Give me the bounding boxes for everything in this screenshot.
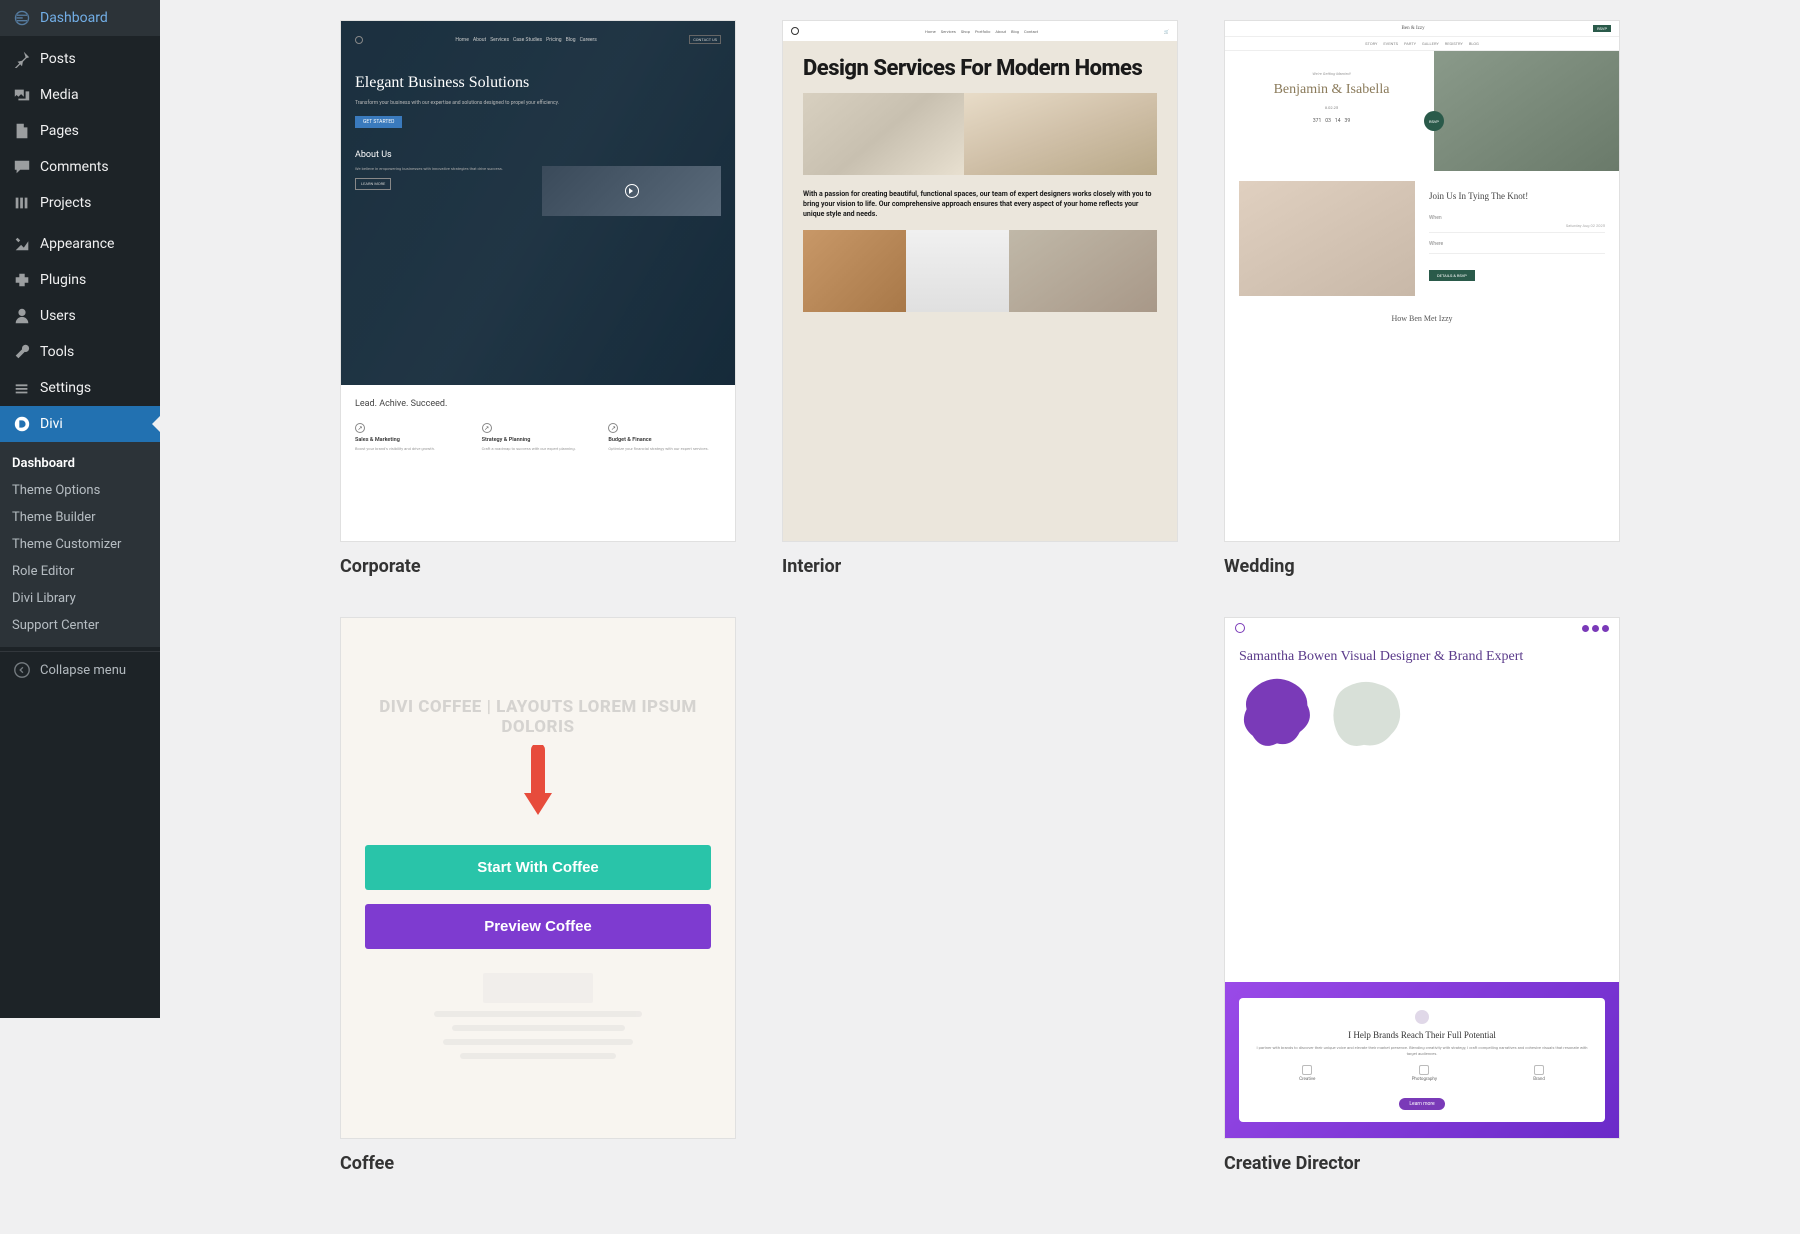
sidebar-item-comments[interactable]: Comments xyxy=(0,149,160,185)
sidebar-item-divi[interactable]: Divi xyxy=(0,406,160,442)
template-card-coffee[interactable]: DIVI COFFEE | LAYOUTS LOREM IPSUM DOLORI… xyxy=(340,617,736,1174)
submenu-theme-options[interactable]: Theme Options xyxy=(0,477,160,504)
submenu-theme-customizer[interactable]: Theme Customizer xyxy=(0,531,160,558)
pin-icon xyxy=(12,49,32,69)
template-card-corporate[interactable]: HomeAboutServicesCase StudiesPricingBlog… xyxy=(340,20,736,577)
user-icon xyxy=(12,306,32,326)
submenu-support-center[interactable]: Support Center xyxy=(0,612,160,639)
sidebar-item-label: Tools xyxy=(40,344,74,360)
template-card-wedding[interactable]: Ben & Izzy RSVP STORYEVENTSPARTYGALLERYR… xyxy=(1224,20,1620,577)
sidebar-item-label: Users xyxy=(40,308,76,324)
settings-icon xyxy=(12,378,32,398)
template-thumbnail: HomeAboutServicesCase StudiesPricingBlog… xyxy=(340,20,736,542)
play-icon xyxy=(625,184,639,198)
sidebar-item-plugins[interactable]: Plugins xyxy=(0,262,160,298)
projects-icon xyxy=(12,193,32,213)
template-thumbnail: HomeServicesShopPortfolioAboutBlogContac… xyxy=(782,20,1178,542)
sidebar-item-pages[interactable]: Pages xyxy=(0,113,160,149)
sidebar-item-label: Plugins xyxy=(40,272,86,288)
submenu-divi-library[interactable]: Divi Library xyxy=(0,585,160,612)
divi-icon xyxy=(12,414,32,434)
submenu-dashboard[interactable]: Dashboard xyxy=(0,450,160,477)
tools-icon xyxy=(12,342,32,362)
template-title: Coffee xyxy=(340,1153,736,1174)
sidebar-item-label: Divi xyxy=(40,416,63,432)
sidebar-item-label: Media xyxy=(40,87,79,103)
comment-icon xyxy=(12,157,32,177)
start-with-button[interactable]: Start With Coffee xyxy=(365,845,711,890)
sidebar-item-label: Appearance xyxy=(40,236,114,252)
template-title: Wedding xyxy=(1224,556,1620,577)
submenu-role-editor[interactable]: Role Editor xyxy=(0,558,160,585)
preview-button[interactable]: Preview Coffee xyxy=(365,904,711,949)
template-title: Interior xyxy=(782,556,1178,577)
sidebar-item-media[interactable]: Media xyxy=(0,77,160,113)
sidebar-item-label: Pages xyxy=(40,123,79,139)
sidebar-item-label: Settings xyxy=(40,380,91,396)
template-thumbnail: Samantha Bowen Visual Designer & Brand E… xyxy=(1224,617,1620,1139)
collapse-label: Collapse menu xyxy=(40,663,126,678)
sidebar-item-label: Projects xyxy=(40,195,91,211)
template-gallery: HomeAboutServicesCase StudiesPricingBlog… xyxy=(160,0,1800,1234)
sidebar-item-label: Posts xyxy=(40,51,76,67)
collapse-icon xyxy=(12,660,32,680)
sidebar-item-label: Dashboard xyxy=(40,10,108,26)
sidebar-item-settings[interactable]: Settings xyxy=(0,370,160,406)
sidebar-item-posts[interactable]: Posts xyxy=(0,41,160,77)
media-icon xyxy=(12,85,32,105)
submenu-theme-builder[interactable]: Theme Builder xyxy=(0,504,160,531)
dashboard-icon xyxy=(12,8,32,28)
sidebar-item-users[interactable]: Users xyxy=(0,298,160,334)
divi-submenu: Dashboard Theme Options Theme Builder Th… xyxy=(0,442,160,647)
interior-headline: Design Services For Modern Homes xyxy=(783,41,1177,93)
sidebar-item-appearance[interactable]: Appearance xyxy=(0,226,160,262)
arrow-down-icon xyxy=(518,745,558,825)
creative-headline: Samantha Bowen Visual Designer & Brand E… xyxy=(1225,638,1619,680)
template-card-interior[interactable]: HomeServicesShopPortfolioAboutBlogContac… xyxy=(782,20,1178,577)
template-thumbnail-hover: DIVI COFFEE | LAYOUTS LOREM IPSUM DOLORI… xyxy=(340,617,736,1139)
template-card-creative-director[interactable]: Samantha Bowen Visual Designer & Brand E… xyxy=(1224,617,1620,1174)
sidebar-item-dashboard[interactable]: Dashboard xyxy=(0,0,160,36)
collapse-menu[interactable]: Collapse menu xyxy=(0,651,160,688)
wp-admin-sidebar: Dashboard Posts Media Pages Comments Pro… xyxy=(0,0,160,1018)
appearance-icon xyxy=(12,234,32,254)
plugin-icon xyxy=(12,270,32,290)
template-title: Creative Director xyxy=(1224,1153,1620,1174)
wedding-names: Benjamin & Isabella xyxy=(1239,82,1424,99)
corporate-headline: Elegant Business Solutions xyxy=(355,74,721,92)
sidebar-item-projects[interactable]: Projects xyxy=(0,185,160,221)
page-icon xyxy=(12,121,32,141)
template-thumbnail: Ben & Izzy RSVP STORYEVENTSPARTYGALLERYR… xyxy=(1224,20,1620,542)
template-title: Corporate xyxy=(340,556,736,577)
sidebar-item-label: Comments xyxy=(40,159,109,175)
sidebar-item-tools[interactable]: Tools xyxy=(0,334,160,370)
